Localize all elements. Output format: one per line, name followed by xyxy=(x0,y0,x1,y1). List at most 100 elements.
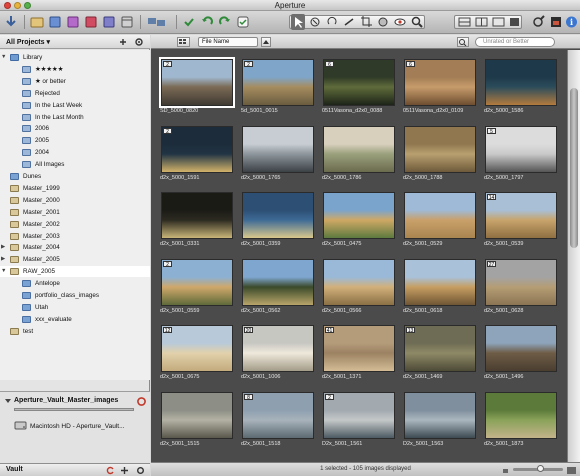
tree-item[interactable]: Antelope xyxy=(0,278,150,289)
stack-count-badge[interactable]: 27 xyxy=(487,260,496,268)
stack-count-badge[interactable]: 2 xyxy=(325,393,334,401)
image-thumbnail-cell[interactable]: d2x_5001_0331 xyxy=(157,189,237,255)
image-thumbnail-cell[interactable]: 14 d2x_5001_0539 xyxy=(481,189,561,255)
scrollbar-thumb[interactable] xyxy=(570,88,578,248)
full-screen-button[interactable] xyxy=(508,14,521,30)
tree-item[interactable]: ★★★★★ xyxy=(0,64,150,75)
rotate-right-button[interactable] xyxy=(218,14,232,30)
image-thumbnail[interactable] xyxy=(242,258,314,306)
gear-icon[interactable] xyxy=(134,37,144,47)
image-thumbnail-cell[interactable]: 5 d2x_5000_1797 xyxy=(481,123,561,189)
inspector-button[interactable]: i xyxy=(565,14,578,30)
tree-item[interactable]: ★ or better xyxy=(0,76,150,87)
tree-item[interactable]: ▶ Master_2004 xyxy=(0,242,150,253)
image-thumbnail[interactable] xyxy=(161,192,233,239)
tree-item[interactable]: ▶ Master_2005 xyxy=(0,254,150,265)
disclosure-triangle-icon[interactable]: ▼ xyxy=(1,52,6,63)
split-view-button[interactable] xyxy=(457,14,472,30)
image-thumbnail-cell[interactable]: d2x_5000_1786 xyxy=(319,123,399,189)
stack-count-badge[interactable]: 14 xyxy=(487,194,496,201)
rotate-left-button[interactable] xyxy=(200,14,214,30)
grid-view-button[interactable] xyxy=(474,14,489,30)
tree-item[interactable]: Master_1999 xyxy=(0,183,150,194)
stack-count-badge[interactable]: 8 xyxy=(244,393,253,401)
image-thumbnail-cell[interactable]: d2x_5001_0562 xyxy=(238,256,318,322)
stack-count-badge[interactable]: 12 xyxy=(163,327,172,334)
loupe-tool-button[interactable] xyxy=(410,14,424,30)
stack-count-badge[interactable]: 5 xyxy=(487,127,496,135)
image-thumbnail[interactable] xyxy=(323,258,395,306)
image-thumbnail-cell[interactable]: d2x_5001_0529 xyxy=(400,189,480,255)
primary-only-button[interactable] xyxy=(236,14,250,30)
tree-item[interactable]: xxx_evaluate xyxy=(0,314,150,325)
stack-count-badge[interactable]: 2 xyxy=(163,260,172,268)
disclosure-triangle-icon[interactable]: ▶ xyxy=(1,242,5,253)
new-project-button[interactable] xyxy=(30,14,44,30)
color-picker-button[interactable] xyxy=(532,14,546,30)
select-button[interactable] xyxy=(182,14,196,30)
red-eye-tool-button[interactable] xyxy=(393,14,407,30)
stack-count-badge[interactable]: 20 xyxy=(244,327,253,334)
stack-count-badge[interactable]: 6 xyxy=(406,61,415,68)
viewer-button[interactable] xyxy=(491,14,506,30)
image-thumbnail-cell[interactable]: d2x_5001_1515 xyxy=(157,389,237,455)
sort-direction-button[interactable] xyxy=(261,37,271,47)
disclosure-triangle-icon[interactable] xyxy=(4,397,12,405)
import-button[interactable] xyxy=(4,14,18,30)
lift-stamp-tool-button[interactable] xyxy=(308,14,322,30)
image-thumbnail[interactable] xyxy=(242,125,314,173)
image-thumbnail-cell[interactable]: 2 D2x_5001_1561 xyxy=(319,389,399,455)
image-thumbnail[interactable] xyxy=(485,391,557,439)
tree-item[interactable]: 2005 xyxy=(0,135,150,146)
image-thumbnail-cell[interactable]: 27 d2x_5001_0628 xyxy=(481,256,561,322)
update-vault-icon[interactable] xyxy=(106,466,115,475)
new-light-table-button[interactable] xyxy=(102,14,116,30)
image-thumbnail-cell[interactable]: 2 SD_5000_0820 xyxy=(157,56,237,122)
straighten-tool-button[interactable] xyxy=(342,14,356,30)
tree-item[interactable]: All Images xyxy=(0,159,150,170)
image-thumbnail[interactable] xyxy=(485,325,557,372)
tree-item[interactable]: 2006 xyxy=(0,123,150,134)
image-thumbnail[interactable] xyxy=(323,192,395,239)
image-thumbnail-cell[interactable]: 13 d2x_5001_1469 xyxy=(400,322,480,388)
new-album-button[interactable] xyxy=(48,14,62,30)
stack-count-badge[interactable]: 41 xyxy=(325,327,334,334)
projects-scope-menu[interactable]: All Projects ▾ xyxy=(6,38,50,46)
tree-item[interactable]: Master_2003 xyxy=(0,231,150,242)
vertical-scrollbar[interactable] xyxy=(567,50,580,462)
crop-tool-button[interactable] xyxy=(359,14,373,30)
image-thumbnail[interactable] xyxy=(242,192,314,239)
image-thumbnail[interactable] xyxy=(485,59,557,106)
image-thumbnail-cell[interactable]: d2x_5001_0475 xyxy=(319,189,399,255)
slider-knob[interactable] xyxy=(537,465,544,472)
selection-tool-button[interactable] xyxy=(291,14,305,30)
image-thumbnail[interactable] xyxy=(161,391,233,439)
stack-count-badge[interactable]: 2 xyxy=(163,61,172,68)
grid-mode-button[interactable] xyxy=(177,37,190,47)
image-thumbnail-cell[interactable]: 20 d2x_5001_1006 xyxy=(238,322,318,388)
disclosure-triangle-icon[interactable]: ▶ xyxy=(1,254,5,265)
stack-button[interactable] xyxy=(146,14,168,30)
vault-status-icon[interactable] xyxy=(137,397,146,406)
spot-patch-tool-button[interactable] xyxy=(376,14,390,30)
tree-item[interactable]: ▼ Library xyxy=(0,52,150,63)
tree-item[interactable]: Master_2002 xyxy=(0,219,150,230)
image-thumbnail-cell[interactable]: 2 d2x_5001_0559 xyxy=(157,256,237,322)
tree-item[interactable]: test xyxy=(0,326,150,337)
tree-item[interactable]: In the Last Week xyxy=(0,100,150,111)
tree-item[interactable]: portfolio_class_images xyxy=(0,290,150,301)
stack-count-badge[interactable]: 2 xyxy=(244,61,253,68)
tree-item[interactable]: Master_2001 xyxy=(0,207,150,218)
sort-field-select[interactable]: File Name xyxy=(198,37,258,47)
thumbnail-size-slider[interactable] xyxy=(513,465,563,472)
tree-item[interactable]: In the Last Month xyxy=(0,112,150,123)
image-thumbnail-cell[interactable]: d2x_5001_0359 xyxy=(238,189,318,255)
new-webpage-button[interactable] xyxy=(120,14,134,30)
image-thumbnail-cell[interactable]: 12 d2x_5001_0675 xyxy=(157,322,237,388)
image-thumbnail-cell[interactable]: 6 0511Vasona_d2x0_0088 xyxy=(319,56,399,122)
tree-item[interactable]: Rejected xyxy=(0,88,150,99)
image-thumbnail[interactable] xyxy=(404,258,476,306)
image-thumbnail-cell[interactable]: D2x_5001_1563 xyxy=(400,389,480,455)
image-thumbnail[interactable] xyxy=(323,125,395,173)
tree-item[interactable]: Utah xyxy=(0,302,150,313)
